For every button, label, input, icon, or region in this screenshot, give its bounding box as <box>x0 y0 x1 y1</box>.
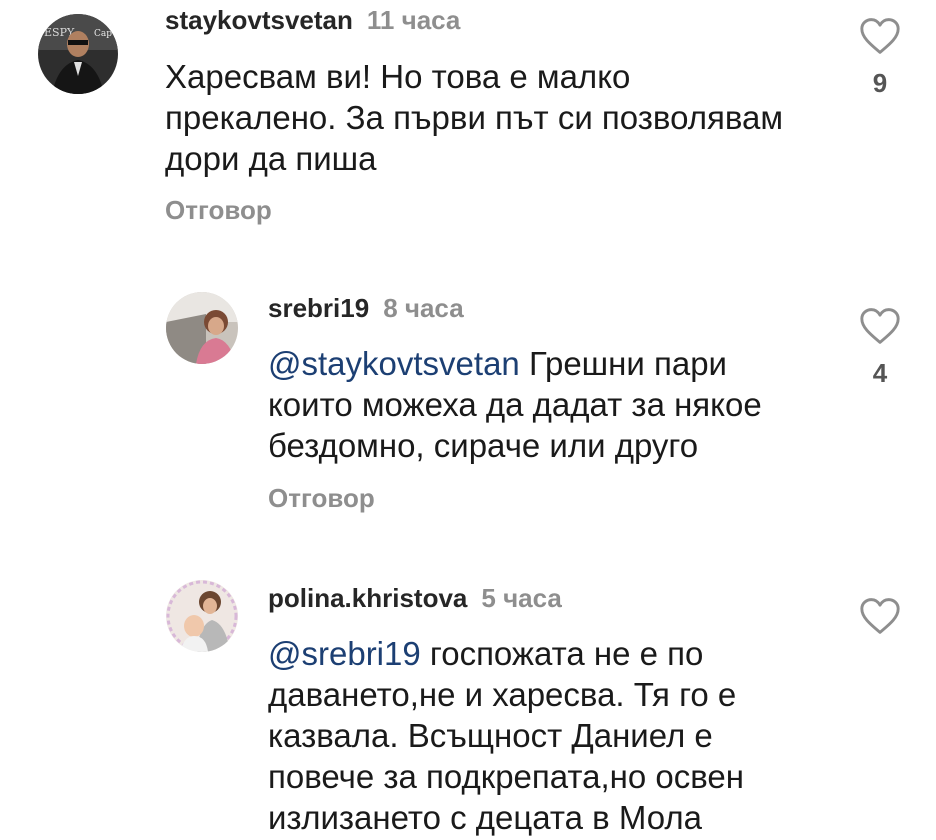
username[interactable]: srebri19 <box>268 293 369 323</box>
like-button[interactable] <box>858 596 902 636</box>
like-count: 9 <box>872 68 888 98</box>
avatar[interactable] <box>166 292 238 364</box>
comment-body: Харесвам ви! Но това е малко прекалено. … <box>165 58 784 177</box>
svg-text:Cap: Cap <box>94 29 112 39</box>
username[interactable]: polina.khristova <box>268 583 467 613</box>
avatar-image <box>166 292 238 364</box>
timestamp: 5 часа <box>481 583 562 613</box>
mention-link[interactable]: @srebri19 <box>268 635 421 672</box>
comment-text: @staykovtsvetan Грешни пари които можеха… <box>268 343 868 466</box>
comment-item: polina.khristova 5 часа @srebri19 госпожа… <box>0 570 936 840</box>
comment-meta: srebri19 8 часа <box>268 293 464 323</box>
avatar-image <box>166 580 238 652</box>
avatar-image: ESPY Cap <box>38 14 118 94</box>
comment-item: ESPY Cap staykovtsvetan 11 часа Харесвам … <box>0 0 936 260</box>
avatar[interactable]: ESPY Cap <box>38 14 118 94</box>
like-count: 4 <box>872 358 888 388</box>
heart-icon <box>860 308 900 344</box>
timestamp: 8 часа <box>383 293 464 323</box>
heart-icon <box>860 598 900 634</box>
comment-item: srebri19 8 часа @staykovtsvetan Грешни па… <box>0 280 936 570</box>
mention-link[interactable]: @staykovtsvetan <box>268 345 520 382</box>
reply-button[interactable]: Отговор <box>165 195 272 225</box>
reply-button[interactable]: Отговор <box>268 483 375 513</box>
comment-text: @srebri19 госпожата не е по даването,не … <box>268 633 868 838</box>
like-button[interactable] <box>858 306 902 346</box>
avatar[interactable] <box>166 580 238 652</box>
timestamp: 11 часа <box>366 5 461 35</box>
like-button[interactable] <box>858 16 902 56</box>
comment-meta: staykovtsvetan 11 часа <box>165 5 460 35</box>
username[interactable]: staykovtsvetan <box>165 5 353 35</box>
heart-icon <box>860 18 900 54</box>
comment-meta: polina.khristova 5 часа <box>268 583 562 613</box>
comment-text: Харесвам ви! Но това е малко прекалено. … <box>165 56 855 179</box>
